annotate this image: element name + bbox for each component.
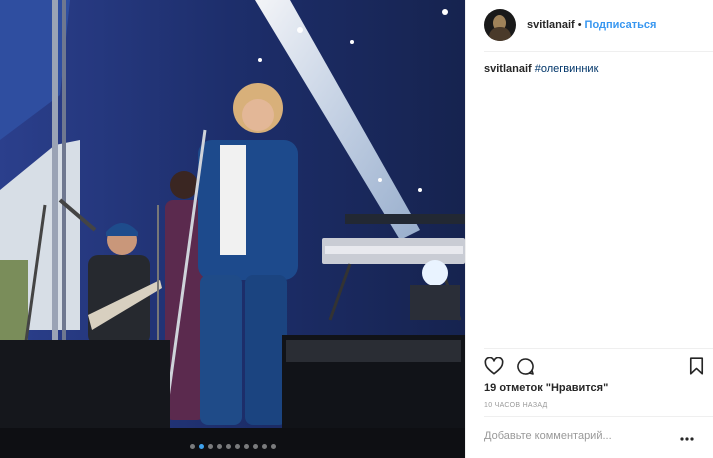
post-timestamp: 10 ЧАСОВ НАЗАД [484,402,548,409]
action-bar [484,355,706,379]
carousel-dot[interactable] [225,444,231,449]
header-separator: • [577,19,582,31]
carousel-dot[interactable] [216,444,222,449]
post-sidebar: svitlanaif • Подписаться svitlanaif #оле… [465,0,713,458]
post-caption: svitlanaif #олегвинник [484,63,704,75]
speech-bubble-icon[interactable] [516,357,535,381]
follow-button[interactable]: Подписаться [585,19,657,31]
profile-avatar[interactable] [484,9,516,41]
heart-icon[interactable] [484,356,504,380]
carousel-dot[interactable] [198,444,204,449]
likes-number: 19 [484,382,497,394]
carousel-dot[interactable] [261,444,267,449]
bookmark-icon[interactable] [689,357,704,380]
instagram-post: svitlanaif • Подписаться svitlanaif #оле… [0,0,713,458]
header-username[interactable]: svitlanaif [527,19,575,31]
carousel-dot[interactable] [243,444,249,449]
carousel-indicator [0,444,465,449]
caption-hashtag[interactable]: #олегвинник [535,63,599,75]
concert-scene [0,0,465,458]
header-divider [484,51,713,52]
post-header: svitlanaif • Подписаться [466,0,713,50]
carousel-dot[interactable] [270,444,276,449]
carousel-dot[interactable] [234,444,240,449]
carousel-dot[interactable] [207,444,213,449]
likes-text: отметок "Нравится" [499,382,609,394]
post-photo[interactable] [0,0,465,458]
ellipsis-icon[interactable] [680,431,694,449]
caption-username[interactable]: svitlanaif [484,63,532,75]
likes-count[interactable]: 19 отметок "Нравится" [484,382,608,394]
carousel-dot[interactable] [189,444,195,449]
comment-input[interactable] [484,430,674,442]
comment-divider [484,416,713,417]
carousel-dot[interactable] [252,444,258,449]
actions-divider [484,348,713,349]
